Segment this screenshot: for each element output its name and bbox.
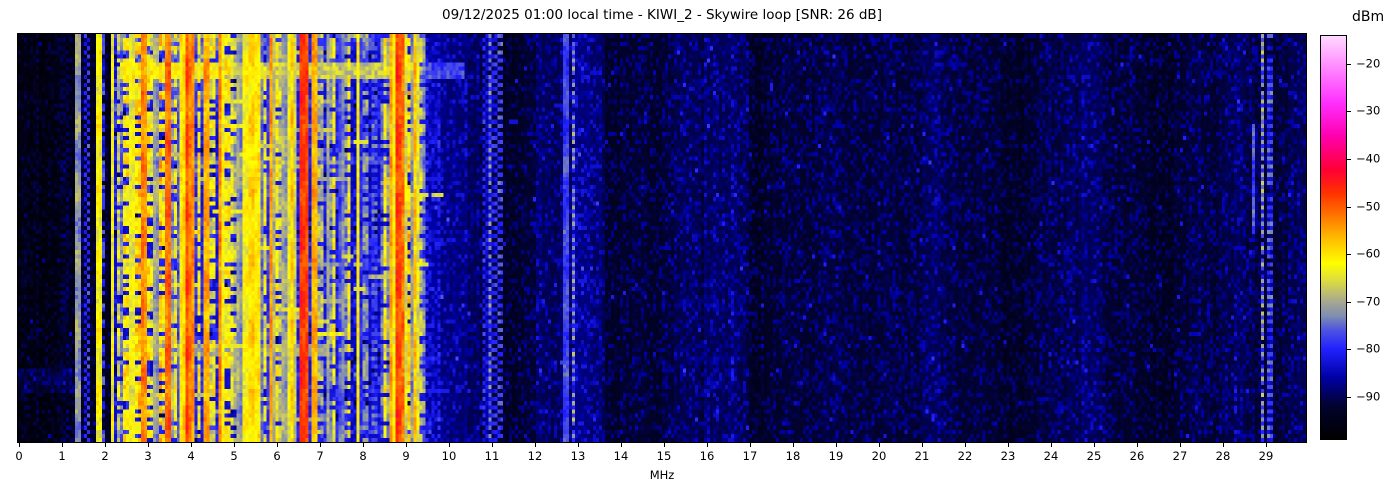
waterfall-plot-area — [17, 33, 1307, 443]
colorbar-tick-label: −60 — [1356, 247, 1380, 261]
x-tick-label: 10 — [442, 449, 457, 463]
x-tick-label: 19 — [829, 449, 844, 463]
colorbar-tick-label: −50 — [1356, 199, 1380, 213]
colorbar-tick-mark — [1347, 302, 1351, 303]
x-tick-label: 25 — [1087, 449, 1102, 463]
x-tick-mark — [535, 443, 536, 447]
colorbar-tick-mark — [1347, 254, 1351, 255]
x-tick-mark — [879, 443, 880, 447]
colorbar-tick-mark — [1347, 207, 1351, 208]
x-tick-label: 20 — [872, 449, 887, 463]
colorbar-tick-label: −20 — [1356, 56, 1380, 70]
colorbar-tick-label: −70 — [1356, 295, 1380, 309]
x-tick-mark — [234, 443, 235, 447]
x-tick-mark — [363, 443, 364, 447]
colorbar-gradient — [1321, 36, 1346, 439]
x-tick-mark — [277, 443, 278, 447]
x-tick-label: 21 — [915, 449, 930, 463]
chart-title: 09/12/2025 01:00 local time - KIWI_2 - S… — [17, 7, 1307, 23]
x-tick-mark — [793, 443, 794, 447]
x-tick-mark — [1094, 443, 1095, 447]
x-tick-mark — [1008, 443, 1009, 447]
colorbar-tick-mark — [1347, 111, 1351, 112]
colorbar-tick-mark — [1347, 159, 1351, 160]
x-tick-label: 6 — [273, 449, 280, 463]
x-tick-mark — [148, 443, 149, 447]
x-tick-label: 5 — [230, 449, 237, 463]
x-tick-label: 18 — [786, 449, 801, 463]
colorbar-tick-label: −90 — [1356, 390, 1380, 404]
x-tick-label: 2 — [101, 449, 108, 463]
x-tick-label: 17 — [743, 449, 758, 463]
x-tick-mark — [621, 443, 622, 447]
x-tick-label: 13 — [571, 449, 586, 463]
x-tick-mark — [1223, 443, 1224, 447]
x-tick-mark — [19, 443, 20, 447]
x-tick-label: 23 — [1001, 449, 1016, 463]
x-tick-label: 14 — [614, 449, 629, 463]
colorbar-unit-label: dBm — [1352, 9, 1384, 25]
x-tick-label: 24 — [1044, 449, 1059, 463]
x-tick-label: 4 — [187, 449, 194, 463]
x-tick-label: 26 — [1130, 449, 1145, 463]
colorbar-tick-label: −80 — [1356, 342, 1380, 356]
x-tick-mark — [406, 443, 407, 447]
x-tick-mark — [1051, 443, 1052, 447]
x-tick-mark — [1180, 443, 1181, 447]
colorbar-tick-mark — [1347, 349, 1351, 350]
x-tick-mark — [105, 443, 106, 447]
colorbar — [1320, 35, 1347, 440]
x-tick-label: 1 — [58, 449, 65, 463]
x-tick-mark — [449, 443, 450, 447]
x-tick-mark — [62, 443, 63, 447]
x-tick-mark — [1266, 443, 1267, 447]
x-tick-label: 15 — [657, 449, 672, 463]
spectrogram-canvas — [18, 34, 1306, 442]
colorbar-tick-mark — [1347, 397, 1351, 398]
x-tick-mark — [320, 443, 321, 447]
colorbar-tick-label: −30 — [1356, 104, 1380, 118]
x-tick-mark — [836, 443, 837, 447]
x-tick-mark — [707, 443, 708, 447]
x-tick-label: 3 — [144, 449, 151, 463]
x-tick-mark — [578, 443, 579, 447]
x-tick-mark — [965, 443, 966, 447]
x-tick-label: 27 — [1173, 449, 1188, 463]
spectrogram-figure: 09/12/2025 01:00 local time - KIWI_2 - S… — [0, 0, 1400, 500]
x-tick-label: 22 — [958, 449, 973, 463]
x-tick-label: 8 — [359, 449, 366, 463]
x-tick-label: 9 — [402, 449, 409, 463]
x-tick-label: 12 — [528, 449, 543, 463]
x-tick-label: 7 — [316, 449, 323, 463]
x-tick-mark — [1137, 443, 1138, 447]
x-tick-label: 16 — [700, 449, 715, 463]
x-tick-mark — [750, 443, 751, 447]
x-tick-label: 28 — [1216, 449, 1231, 463]
x-tick-mark — [191, 443, 192, 447]
x-tick-mark — [922, 443, 923, 447]
x-tick-label: 29 — [1259, 449, 1274, 463]
colorbar-tick-label: −40 — [1356, 152, 1380, 166]
x-axis-label: MHz — [17, 468, 1307, 482]
colorbar-tick-mark — [1347, 64, 1351, 65]
x-tick-label: 0 — [15, 449, 22, 463]
x-tick-mark — [664, 443, 665, 447]
x-tick-mark — [492, 443, 493, 447]
x-tick-label: 11 — [485, 449, 500, 463]
